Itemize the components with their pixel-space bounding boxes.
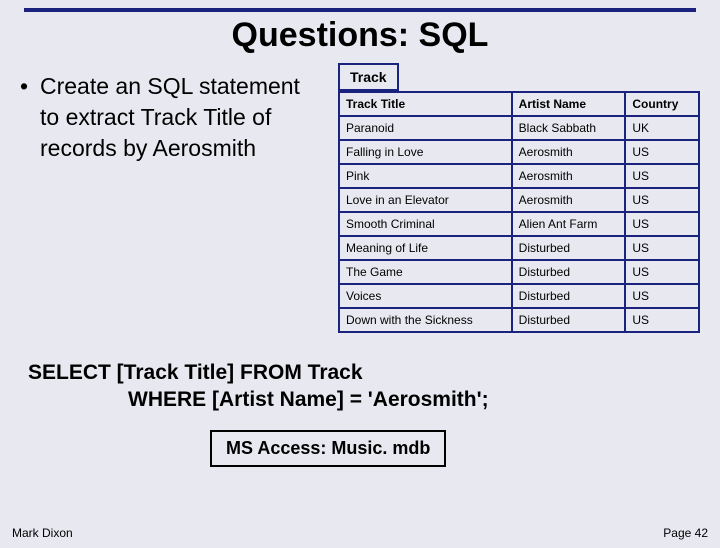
table-row: ParanoidBlack SabbathUK xyxy=(339,116,699,140)
table-cell: US xyxy=(625,140,699,164)
data-table: Track Title Artist Name Country Paranoid… xyxy=(338,91,700,333)
table-row: Falling in LoveAerosmithUS xyxy=(339,140,699,164)
content-row: Create an SQL statement to extract Track… xyxy=(0,63,720,333)
sql-line-2: WHERE [Artist Name] = 'Aerosmith'; xyxy=(28,386,720,413)
table-cell: Aerosmith xyxy=(512,188,626,212)
table-cell: US xyxy=(625,236,699,260)
table-cell: US xyxy=(625,260,699,284)
table-cell: Pink xyxy=(339,164,512,188)
db-box: MS Access: Music. mdb xyxy=(210,430,446,467)
table-cell: UK xyxy=(625,116,699,140)
table-cell: Paranoid xyxy=(339,116,512,140)
table-row: Love in an ElevatorAerosmithUS xyxy=(339,188,699,212)
table-cell: US xyxy=(625,188,699,212)
table-cell: US xyxy=(625,164,699,188)
table-cell: US xyxy=(625,284,699,308)
table-cell: Alien Ant Farm xyxy=(512,212,626,236)
table-cell: Down with the Sickness xyxy=(339,308,512,332)
table-cell: Meaning of Life xyxy=(339,236,512,260)
footer-page: Page 42 xyxy=(663,526,708,540)
right-column: Track Track Title Artist Name Country Pa… xyxy=(338,63,700,333)
table-row: The GameDisturbedUS xyxy=(339,260,699,284)
table-cell: Disturbed xyxy=(512,236,626,260)
table-cell: Disturbed xyxy=(512,260,626,284)
table-cell: Black Sabbath xyxy=(512,116,626,140)
sql-line-1: SELECT [Track Title] FROM Track xyxy=(28,361,363,384)
table-cell: Voices xyxy=(339,284,512,308)
table-cell: Smooth Criminal xyxy=(339,212,512,236)
table-row: Meaning of LifeDisturbedUS xyxy=(339,236,699,260)
table-row: PinkAerosmithUS xyxy=(339,164,699,188)
bullet-item: Create an SQL statement to extract Track… xyxy=(20,71,322,164)
table-cell: The Game xyxy=(339,260,512,284)
table-label: Track xyxy=(338,63,399,91)
top-rule xyxy=(24,8,696,12)
table-row: Smooth CriminalAlien Ant FarmUS xyxy=(339,212,699,236)
table-row: Down with the SicknessDisturbedUS xyxy=(339,308,699,332)
table-row: VoicesDisturbedUS xyxy=(339,284,699,308)
table-cell: Love in an Elevator xyxy=(339,188,512,212)
left-column: Create an SQL statement to extract Track… xyxy=(20,63,322,333)
table-cell: Aerosmith xyxy=(512,164,626,188)
table-cell: US xyxy=(625,212,699,236)
col-header: Artist Name xyxy=(512,92,626,116)
col-header: Track Title xyxy=(339,92,512,116)
footer-author: Mark Dixon xyxy=(12,526,73,540)
table-cell: Disturbed xyxy=(512,308,626,332)
page-title: Questions: SQL xyxy=(0,16,720,55)
table-cell: Falling in Love xyxy=(339,140,512,164)
table-cell: US xyxy=(625,308,699,332)
col-header: Country xyxy=(625,92,699,116)
sql-statement: SELECT [Track Title] FROM Track WHERE [A… xyxy=(28,359,720,414)
table-cell: Aerosmith xyxy=(512,140,626,164)
table-cell: Disturbed xyxy=(512,284,626,308)
